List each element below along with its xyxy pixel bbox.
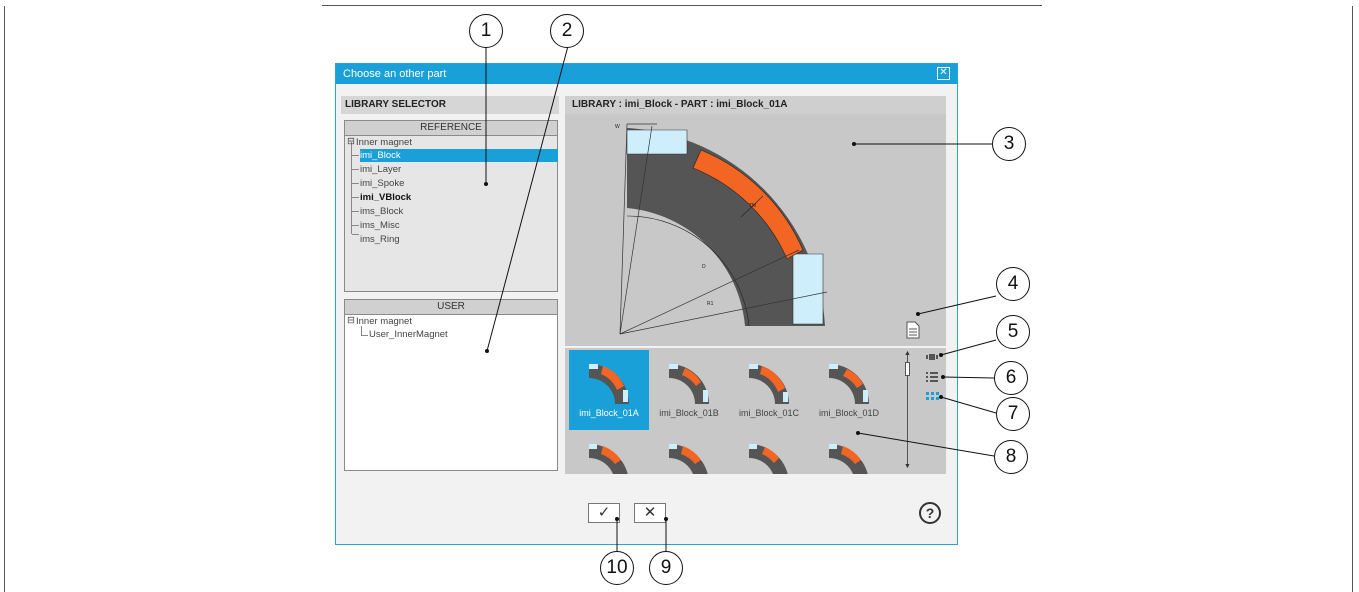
callout-lines <box>484 45 997 551</box>
callout-4: 4 <box>996 267 1030 301</box>
callout-7: 7 <box>996 397 1030 431</box>
callout-1: 1 <box>469 14 503 48</box>
callout-3: 3 <box>992 127 1026 161</box>
callout-10: 10 <box>600 551 634 585</box>
callout-2: 2 <box>550 14 584 48</box>
callout-9: 9 <box>649 551 683 585</box>
callout-5: 5 <box>996 315 1030 349</box>
callout-6: 6 <box>994 361 1028 395</box>
callout-8: 8 <box>994 440 1028 474</box>
